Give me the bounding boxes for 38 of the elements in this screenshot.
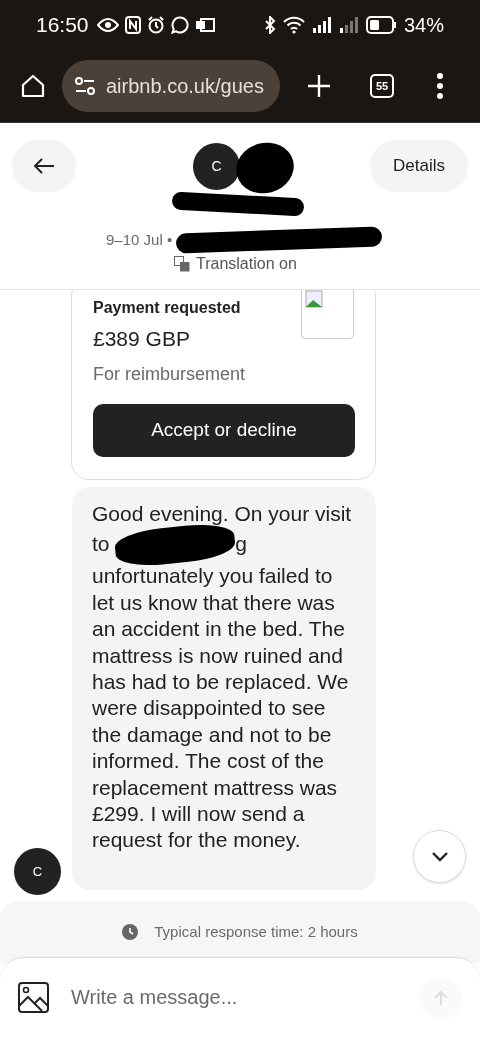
- message-input[interactable]: Write a message...: [71, 982, 398, 1013]
- url-text: airbnb.co.uk/gues: [106, 74, 264, 99]
- back-arrow-icon: [33, 157, 55, 175]
- back-button[interactable]: [12, 140, 76, 192]
- details-button[interactable]: Details: [370, 140, 468, 192]
- signal-icon: [338, 17, 359, 33]
- battery-percent: 34%: [403, 13, 444, 38]
- menu-button[interactable]: [436, 73, 444, 99]
- new-tab-button[interactable]: [306, 73, 332, 99]
- payment-amount: £389 GBP: [93, 326, 190, 352]
- card-title: Payment requested: [93, 298, 241, 318]
- clock-icon: [122, 924, 139, 940]
- chat-bubble-icon: [170, 16, 189, 34]
- tab-count-button[interactable]: 55: [370, 74, 394, 98]
- eye-icon: [96, 17, 119, 33]
- stay-dates: 9–10 Jul •: [106, 230, 173, 250]
- nfc-icon: [124, 16, 141, 34]
- translate-icon: [174, 256, 190, 272]
- signal-icon: [311, 17, 332, 33]
- mail-icon: [194, 17, 215, 33]
- message-text: Good evening. On your visit to g unfortunately you failed to let us know that there was an accident in the bed. The mattress is now ruined and has had to be replaced. We were disappointed to see the damage and not to be informed. The cost of the replacement mattress was £299. I will now send a request for the money.: [92, 501, 353, 854]
- translation-status: Translation on: [196, 254, 297, 274]
- battery-icon: [365, 16, 397, 34]
- response-time: Typical response time: 2 hours: [154, 921, 358, 942]
- tune-icon: [74, 77, 96, 95]
- alarm-icon: [146, 16, 165, 34]
- avatar: C: [193, 143, 240, 190]
- payment-note: For reimbursement: [93, 363, 246, 386]
- home-button[interactable]: [20, 73, 46, 99]
- sender-avatar: C: [14, 848, 61, 895]
- status-time: 16:50: [36, 12, 89, 39]
- chevron-down-icon: [430, 850, 449, 863]
- image-icon[interactable]: [18, 982, 49, 1013]
- arrow-up-icon: [434, 990, 448, 1006]
- accept-or-decline-button[interactable]: Accept or decline: [93, 404, 355, 457]
- address-bar[interactable]: airbnb.co.uk/gues: [62, 60, 280, 112]
- wifi-icon: [282, 16, 305, 34]
- bluetooth-icon: [263, 16, 276, 34]
